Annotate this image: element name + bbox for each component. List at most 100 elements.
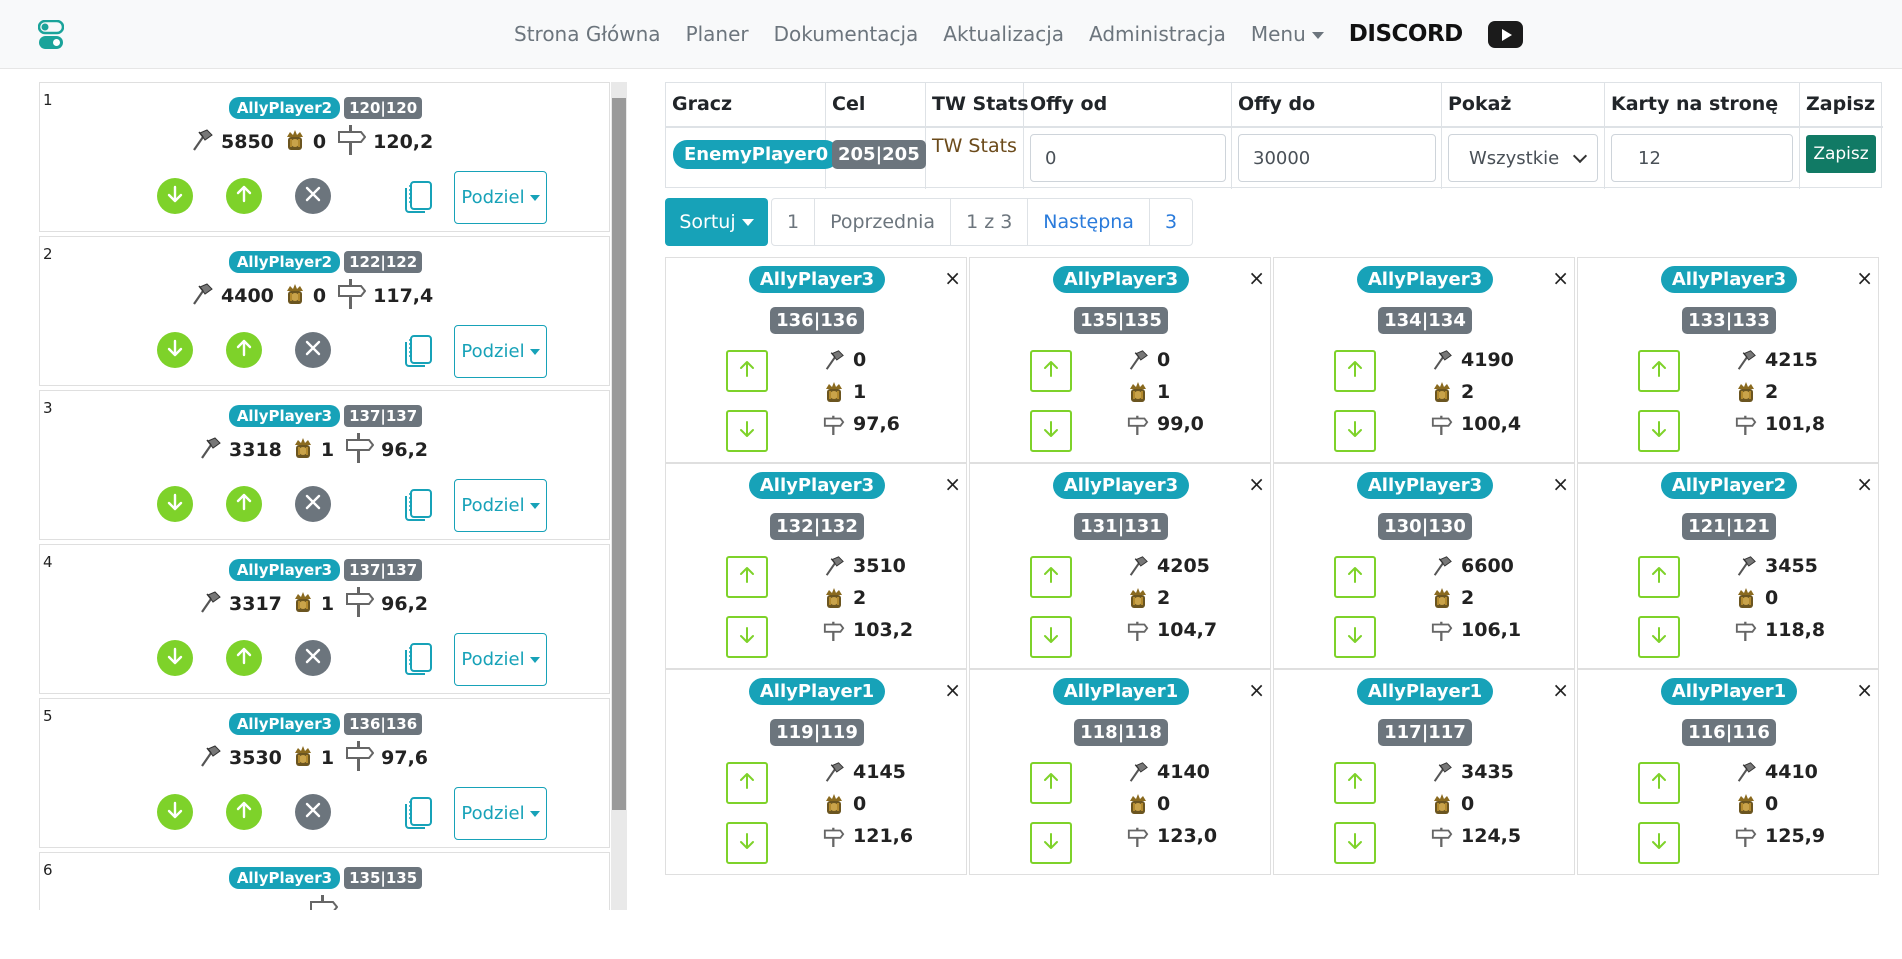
add-up-button[interactable] bbox=[726, 350, 768, 392]
add-down-button[interactable] bbox=[1334, 616, 1376, 658]
toggle-logo-icon[interactable] bbox=[38, 20, 64, 50]
sort-dropdown-button[interactable]: Sortuj bbox=[665, 198, 768, 246]
save-button[interactable]: Zapisz bbox=[1806, 135, 1876, 173]
close-icon[interactable]: × bbox=[1856, 474, 1873, 494]
add-up-button[interactable] bbox=[1638, 762, 1680, 804]
close-icon[interactable]: × bbox=[1856, 680, 1873, 700]
close-icon[interactable]: × bbox=[1248, 474, 1265, 494]
add-down-button[interactable] bbox=[1030, 822, 1072, 864]
add-up-button[interactable] bbox=[726, 762, 768, 804]
noble-count: 0 bbox=[1157, 793, 1171, 815]
per-page-input[interactable]: 12 bbox=[1611, 134, 1793, 182]
add-down-button[interactable] bbox=[1334, 410, 1376, 452]
copy-icon[interactable] bbox=[400, 794, 436, 830]
arrow-up-icon bbox=[1648, 564, 1670, 590]
sidebar-scrollbar-thumb[interactable] bbox=[612, 98, 626, 810]
add-down-button[interactable] bbox=[1638, 822, 1680, 864]
noble-icon bbox=[1127, 792, 1149, 816]
village-actions: Podziel bbox=[157, 171, 557, 226]
add-down-button[interactable] bbox=[726, 410, 768, 452]
move-up-button[interactable] bbox=[226, 794, 262, 830]
nav-link-docs[interactable]: Dokumentacja bbox=[774, 22, 919, 46]
distance-value: 120,2 bbox=[373, 131, 434, 153]
page-next[interactable]: Następna bbox=[1028, 199, 1150, 245]
page-first[interactable]: 1 bbox=[772, 199, 816, 245]
add-down-button[interactable] bbox=[1638, 616, 1680, 658]
show-select[interactable]: Wszystkie bbox=[1448, 134, 1598, 182]
col-player: Gracz EnemyPlayer0 bbox=[666, 83, 840, 189]
axe-icon bbox=[823, 348, 845, 372]
nav-link-admin[interactable]: Administracja bbox=[1089, 22, 1226, 46]
add-down-button[interactable] bbox=[1030, 410, 1072, 452]
close-icon[interactable]: × bbox=[944, 680, 961, 700]
split-dropdown-button[interactable]: Podziel bbox=[454, 171, 547, 224]
add-up-button[interactable] bbox=[1334, 350, 1376, 392]
remove-button[interactable] bbox=[295, 486, 331, 522]
discord-link[interactable]: DISCORD bbox=[1349, 21, 1463, 47]
page-prev[interactable]: Poprzednia bbox=[815, 199, 952, 245]
close-icon[interactable]: × bbox=[944, 474, 961, 494]
remove-button[interactable] bbox=[295, 178, 331, 214]
move-up-button[interactable] bbox=[226, 640, 262, 676]
add-up-button[interactable] bbox=[1638, 350, 1680, 392]
remove-button[interactable] bbox=[295, 332, 331, 368]
add-up-button[interactable] bbox=[1030, 350, 1072, 392]
copy-icon[interactable] bbox=[400, 332, 436, 368]
add-down-button[interactable] bbox=[1030, 616, 1072, 658]
add-up-button[interactable] bbox=[1334, 762, 1376, 804]
offense-card: AllyPlayer3 × 135|135 0 1 99,0 bbox=[969, 257, 1271, 463]
noble-count: 1 bbox=[320, 593, 335, 615]
add-down-button[interactable] bbox=[1638, 410, 1680, 452]
player-badge: AllyPlayer3 bbox=[1660, 266, 1798, 293]
add-down-button[interactable] bbox=[726, 616, 768, 658]
add-down-button[interactable] bbox=[726, 822, 768, 864]
move-down-button[interactable] bbox=[157, 178, 193, 214]
close-icon[interactable]: × bbox=[944, 268, 961, 288]
split-dropdown-button[interactable]: Podziel bbox=[454, 633, 547, 686]
split-dropdown-button[interactable]: Podziel bbox=[454, 325, 547, 378]
remove-button[interactable] bbox=[295, 640, 331, 676]
nav-link-updates[interactable]: Aktualizacja bbox=[943, 22, 1064, 46]
split-dropdown-button[interactable]: Podziel bbox=[454, 479, 547, 532]
copy-icon[interactable] bbox=[400, 486, 436, 522]
close-icon[interactable]: × bbox=[1856, 268, 1873, 288]
copy-icon[interactable] bbox=[400, 178, 436, 214]
add-up-button[interactable] bbox=[1334, 556, 1376, 598]
move-down-button[interactable] bbox=[157, 332, 193, 368]
offs-to-input[interactable]: 30000 bbox=[1238, 134, 1436, 182]
close-icon[interactable]: × bbox=[1552, 474, 1569, 494]
move-up-button[interactable] bbox=[226, 332, 262, 368]
offense-card: AllyPlayer1 × 117|117 3435 0 124,5 bbox=[1273, 669, 1575, 875]
move-down-button[interactable] bbox=[157, 640, 193, 676]
page-last[interactable]: 3 bbox=[1150, 199, 1192, 245]
move-up-button[interactable] bbox=[226, 486, 262, 522]
move-down-button[interactable] bbox=[157, 794, 193, 830]
nav-menu-dropdown[interactable]: Menu bbox=[1251, 22, 1324, 46]
arrow-up-icon bbox=[1040, 770, 1062, 796]
add-up-button[interactable] bbox=[726, 556, 768, 598]
twstats-link[interactable]: TW Stats bbox=[932, 135, 1017, 157]
add-up-button[interactable] bbox=[1638, 556, 1680, 598]
offs-from-input[interactable]: 0 bbox=[1030, 134, 1226, 182]
add-up-button[interactable] bbox=[1030, 762, 1072, 804]
youtube-icon[interactable] bbox=[1487, 20, 1523, 48]
close-icon[interactable]: × bbox=[1248, 680, 1265, 700]
move-up-button[interactable] bbox=[226, 178, 262, 214]
move-down-button[interactable] bbox=[157, 486, 193, 522]
signpost-icon bbox=[336, 278, 367, 315]
add-down-button[interactable] bbox=[1334, 822, 1376, 864]
close-icon[interactable]: × bbox=[1248, 268, 1265, 288]
axe-stat: 4215 bbox=[1735, 346, 1818, 374]
distance-stat: 99,0 bbox=[1127, 410, 1204, 438]
copy-icon[interactable] bbox=[400, 640, 436, 676]
nav-link-home[interactable]: Strona Główna bbox=[514, 22, 661, 46]
add-up-button[interactable] bbox=[1030, 556, 1072, 598]
card-coord: 130|130 bbox=[1274, 513, 1576, 540]
close-icon[interactable]: × bbox=[1552, 680, 1569, 700]
remove-button[interactable] bbox=[295, 794, 331, 830]
distance-value: 125,9 bbox=[1765, 825, 1826, 847]
nav-link-planner[interactable]: Planer bbox=[686, 22, 749, 46]
split-dropdown-button[interactable]: Podziel bbox=[454, 787, 547, 840]
offense-card: AllyPlayer3 × 136|136 0 1 97,6 bbox=[665, 257, 967, 463]
close-icon[interactable]: × bbox=[1552, 268, 1569, 288]
